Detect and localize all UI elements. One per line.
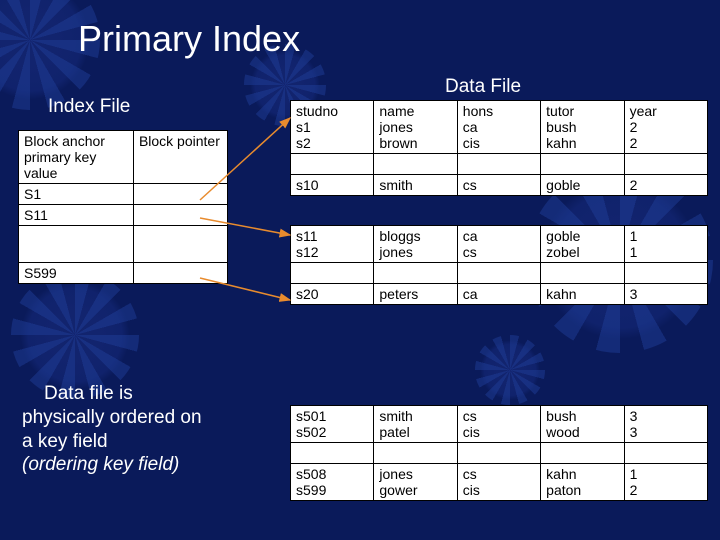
col-year: year22 — [624, 101, 707, 154]
cell: s11s12 — [291, 226, 374, 263]
cell — [133, 184, 227, 205]
cell: 2 — [624, 175, 707, 196]
cell: cscis — [457, 464, 540, 501]
cell: goble — [541, 175, 624, 196]
cell: S11 — [19, 205, 134, 226]
table-row: s508s599 jonesgower cscis kahnpaton 12 — [291, 464, 708, 501]
gap-row — [291, 154, 708, 175]
data-block-3: s501s502 smithpatel cscis bushwood 33 s5… — [290, 405, 708, 501]
col-name: namejonesbrown — [374, 101, 457, 154]
cell: s10 — [291, 175, 374, 196]
index-file-label: Index File — [48, 96, 130, 118]
cell: smith — [374, 175, 457, 196]
index-file-table: Block anchor primary key value Block poi… — [18, 130, 228, 284]
cell: s20 — [291, 284, 374, 305]
cell — [133, 205, 227, 226]
cell: S1 — [19, 184, 134, 205]
cell: jonesgower — [374, 464, 457, 501]
cell: peters — [374, 284, 457, 305]
cell: s501s502 — [291, 406, 374, 443]
cell: 11 — [624, 226, 707, 263]
cell: kahn — [541, 284, 624, 305]
col-studno: studnos1s2 — [291, 101, 374, 154]
gap-row — [291, 263, 708, 284]
gap-row — [291, 443, 708, 464]
col-hons: honscacis — [457, 101, 540, 154]
table-row: S599 — [19, 263, 228, 284]
data-block-2: s11s12 bloggsjones cacs goblezobel 11 s2… — [290, 225, 708, 305]
index-header-ptr: Block pointer — [133, 131, 227, 184]
page-title: Primary Index — [78, 18, 300, 60]
table-row: s11s12 bloggsjones cacs goblezobel 11 — [291, 226, 708, 263]
cell: bloggsjones — [374, 226, 457, 263]
cell: kahnpaton — [541, 464, 624, 501]
cell: s508s599 — [291, 464, 374, 501]
table-row: s10 smith cs goble 2 — [291, 175, 708, 196]
cell — [133, 263, 227, 284]
cell: cacs — [457, 226, 540, 263]
cell: cscis — [457, 406, 540, 443]
table-row: S11 — [19, 205, 228, 226]
table-row: S1 — [19, 184, 228, 205]
gap-cell — [19, 226, 134, 263]
gap-cell — [133, 226, 227, 263]
col-tutor: tutorbushkahn — [541, 101, 624, 154]
caption-text: Data file is physically ordered on a key… — [22, 382, 242, 477]
cell: 12 — [624, 464, 707, 501]
table-row: Block anchor primary key value Block poi… — [19, 131, 228, 184]
cell: 33 — [624, 406, 707, 443]
cell: goblezobel — [541, 226, 624, 263]
cell: S599 — [19, 263, 134, 284]
table-row: s20 peters ca kahn 3 — [291, 284, 708, 305]
cell: ca — [457, 284, 540, 305]
table-row — [19, 226, 228, 263]
cell: bushwood — [541, 406, 624, 443]
cell: smithpatel — [374, 406, 457, 443]
table-row: studnos1s2 namejonesbrown honscacis tuto… — [291, 101, 708, 154]
data-block-1: studnos1s2 namejonesbrown honscacis tuto… — [290, 100, 708, 196]
data-file-label: Data File — [445, 76, 521, 98]
cell: 3 — [624, 284, 707, 305]
index-header-key: Block anchor primary key value — [19, 131, 134, 184]
cell: cs — [457, 175, 540, 196]
table-row: s501s502 smithpatel cscis bushwood 33 — [291, 406, 708, 443]
